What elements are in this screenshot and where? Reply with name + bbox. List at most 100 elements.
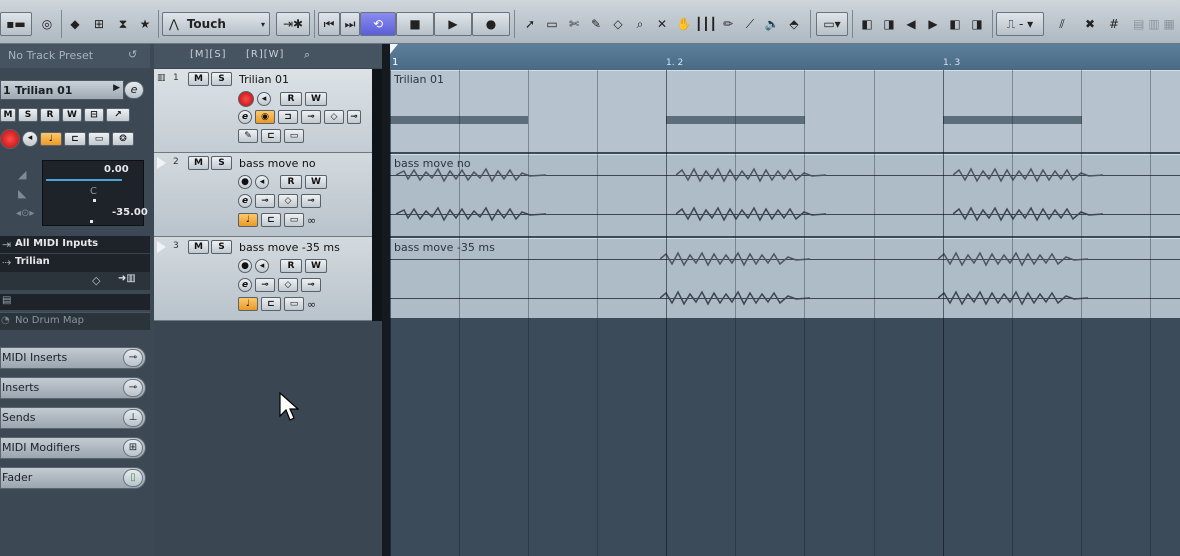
mixer-icon[interactable]: ⧗ <box>112 12 134 36</box>
more-icon[interactable]: ⊸ <box>347 110 361 124</box>
mute-button[interactable]: M <box>188 240 209 254</box>
section-fader[interactable]: Fader ▯ <box>0 467 146 489</box>
inspector-solo-button[interactable]: S <box>18 108 38 122</box>
line-tool-icon[interactable]: ⟋ <box>740 12 760 36</box>
timebase-icon[interactable]: ♩ <box>238 297 258 311</box>
hand-icon[interactable]: ✋ <box>674 12 694 36</box>
auto-scroll-button[interactable]: ⇥✱ <box>276 12 310 36</box>
inspector-monitor-icon[interactable]: ◂ <box>22 131 38 147</box>
solo-button[interactable]: S <box>211 240 232 254</box>
track-row[interactable]: 3 M S bass move -35 ms ● ◂ R W e ⊸ ◇ ⊸ ♩… <box>154 237 382 321</box>
inspector-edit-in-place-icon[interactable]: ⊟ <box>84 108 104 122</box>
record-button[interactable]: ● <box>472 12 510 36</box>
nudge-left-start-icon[interactable]: ◧ <box>856 12 878 36</box>
output-routing[interactable]: Trilian <box>15 256 50 267</box>
inserts-icon[interactable]: ⊸ <box>123 379 143 397</box>
record-enable-icon[interactable]: ● <box>238 175 252 189</box>
section-midi-inserts[interactable]: MIDI Inserts ⊸ <box>0 347 146 369</box>
panel-divider[interactable] <box>382 44 390 556</box>
volume-slider[interactable] <box>46 179 122 181</box>
inspector-write-button[interactable]: W <box>62 108 82 122</box>
comp-icon[interactable]: ┃┃┃ <box>695 12 717 36</box>
reset-icon[interactable]: ↺ <box>128 48 137 61</box>
inspector-settings-icon[interactable]: ❂ <box>112 132 134 146</box>
write-button[interactable]: W <box>305 175 327 189</box>
nudge-right-icon[interactable]: ▶ <box>922 12 944 36</box>
global-read-write-icons[interactable]: [R][W] <box>246 49 284 60</box>
project-window-icon[interactable]: ▪▬ <box>0 12 32 36</box>
mute-button[interactable]: M <box>188 156 209 170</box>
lane-icon[interactable]: ⊏ <box>261 297 281 311</box>
grid-icon[interactable]: # <box>1102 12 1126 36</box>
stop-button[interactable]: ■ <box>396 12 434 36</box>
nudge-right-end-icon[interactable]: ◨ <box>966 12 988 36</box>
pan-slider-handle[interactable] <box>93 199 96 202</box>
glue-icon[interactable]: ✎ <box>586 12 606 36</box>
audio-event[interactable]: bass move no <box>390 154 1180 236</box>
monitor-icon[interactable]: ◂ <box>257 92 271 106</box>
inspector-toggle-icon[interactable]: ◆ <box>64 12 86 36</box>
transpose-icon[interactable]: ⊸ <box>301 110 321 124</box>
draw-pencil-icon[interactable]: ✏ <box>718 12 738 36</box>
pan-value[interactable]: C <box>90 186 97 197</box>
chords-icon[interactable]: ▭ <box>284 213 304 227</box>
lane-display-icon[interactable]: ⊐ <box>278 110 298 124</box>
edit-channel-icon[interactable]: e <box>238 194 252 208</box>
cycle-button[interactable]: ⟲ <box>360 12 396 36</box>
solo-button[interactable]: S <box>211 156 232 170</box>
snap-x-icon[interactable]: ✖ <box>1078 12 1102 36</box>
sends-icon[interactable]: ⊥ <box>123 409 143 427</box>
fader-icon[interactable]: ▯ <box>123 469 143 487</box>
split-scissors-icon[interactable]: ✄ <box>564 12 584 36</box>
volume-value[interactable]: 0.00 <box>104 164 129 175</box>
link-icon[interactable]: ∞ <box>307 298 316 311</box>
section-midi-modifiers[interactable]: MIDI Modifiers ⊞ <box>0 437 146 459</box>
delay-value[interactable]: -35.00 <box>112 207 148 218</box>
delay-slider-handle[interactable] <box>90 220 93 223</box>
input-routing[interactable]: All MIDI Inputs <box>15 238 98 249</box>
lane-icon[interactable]: ⊏ <box>261 129 281 143</box>
read-button[interactable]: R <box>280 175 302 189</box>
erase-icon[interactable]: ◇ <box>608 12 628 36</box>
record-enable-icon[interactable] <box>238 91 254 107</box>
track-name[interactable]: bass move -35 ms <box>239 241 340 254</box>
record-enable-icon[interactable]: ● <box>238 259 252 273</box>
inspector-lane-icon[interactable]: ⊏ <box>64 132 86 146</box>
midi-part[interactable]: Trilian 01 <box>390 70 1180 152</box>
drum-map-label[interactable]: No Drum Map <box>15 315 84 326</box>
chords-icon[interactable]: ▭ <box>284 129 304 143</box>
track-row[interactable]: 2 M S bass move no ● ◂ R W e ⊸ ◇ ⊸ ♩ ⊏ ▭… <box>154 153 382 237</box>
inspector-freeze-icon[interactable]: ↗ <box>106 108 130 122</box>
nudge-left-icon[interactable]: ◀ <box>900 12 922 36</box>
track-preset-label[interactable]: No Track Preset <box>8 49 93 62</box>
monitor-icon[interactable]: ◂ <box>255 259 269 273</box>
snap-type-select[interactable]: ⎍ - ▾ <box>996 12 1044 36</box>
track-name[interactable]: Trilian 01 <box>239 73 289 86</box>
expand-arrow-icon[interactable] <box>157 241 166 253</box>
color-tool-icon[interactable]: ⬘ <box>784 12 804 36</box>
inspector-chords-icon[interactable]: ▭ <box>88 132 110 146</box>
more-icon[interactable]: ⊸ <box>301 194 321 208</box>
favorite-star-icon[interactable]: ★ <box>134 12 156 36</box>
play-tool-icon[interactable]: 🔈 <box>762 12 782 36</box>
inspector-mute-button[interactable]: M <box>0 108 16 122</box>
instrument-active-icon[interactable]: ◉ <box>255 110 275 124</box>
range-select-icon[interactable]: ▭ <box>542 12 562 36</box>
expand-arrow-icon[interactable] <box>157 157 166 169</box>
link-icon[interactable]: ∞ <box>307 214 316 227</box>
inspector-timebase-icon[interactable]: ♩ <box>40 132 62 146</box>
program-list-icon[interactable]: ▤ <box>2 295 11 306</box>
diamond-icon[interactable]: ◇ <box>324 110 344 124</box>
transpose-icon[interactable]: ⊸ <box>255 194 275 208</box>
object-select-icon[interactable]: ➚ <box>520 12 540 36</box>
track-row[interactable]: ▥ 1 M S Trilian 01 ◂ R W e ◉ ⊐ ⊸ ◇ ⊸ ✎ ⊏… <box>154 69 382 153</box>
mute-tool-icon[interactable]: ✕ <box>652 12 672 36</box>
section-inserts[interactable]: Inserts ⊸ <box>0 377 146 399</box>
search-icon[interactable]: ⌕ <box>304 48 310 62</box>
modifiers-icon[interactable]: ⊞ <box>123 439 143 457</box>
play-button[interactable]: ▶ <box>434 12 472 36</box>
go-to-start-icon[interactable]: ⏮ <box>318 12 340 36</box>
inspector-read-button[interactable]: R <box>40 108 60 122</box>
more-icon[interactable]: ⊸ <box>301 278 321 292</box>
edit-output-icon[interactable]: ➜▥ <box>118 273 136 284</box>
